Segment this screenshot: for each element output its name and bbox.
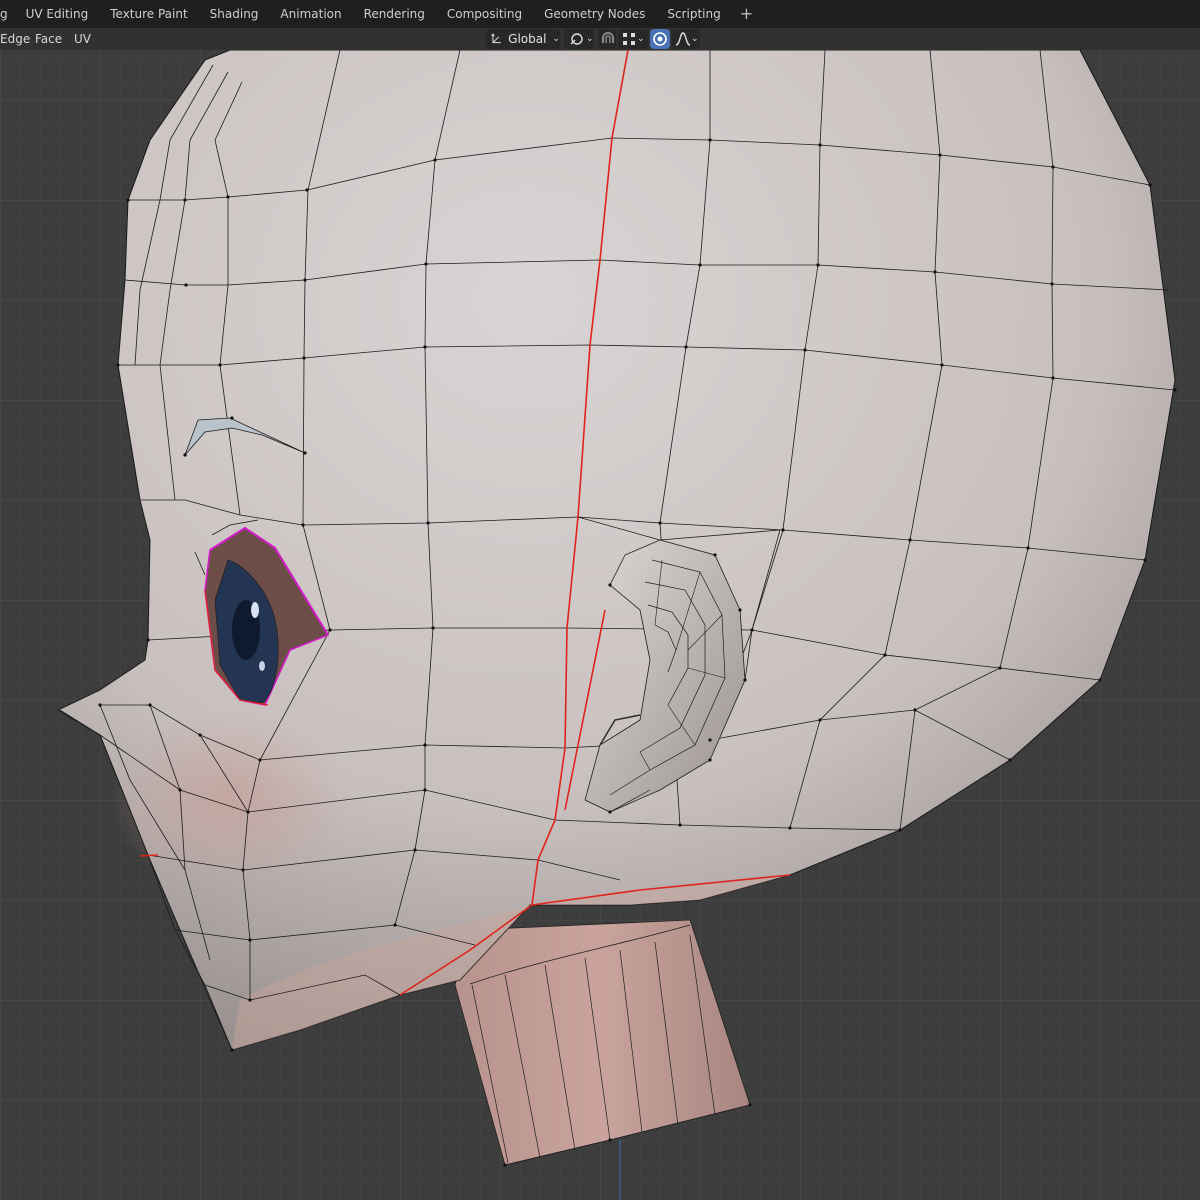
snap-target-dropdown[interactable]: ⌄	[618, 29, 648, 49]
menu-uv[interactable]: UV	[74, 28, 91, 50]
workspace-tab-geometry-nodes[interactable]: Geometry Nodes	[533, 0, 656, 28]
menu-edge[interactable]: Edge	[0, 28, 30, 50]
snap-icon	[602, 32, 614, 43]
transform-orientation-dropdown[interactable]: Global ⌄	[486, 29, 560, 49]
pivot-point-dropdown[interactable]: ⌄	[564, 29, 594, 49]
add-workspace-icon[interactable]: +	[732, 0, 761, 28]
proportional-edit-icon	[653, 32, 667, 46]
workspace-tab-shading[interactable]: Shading	[199, 0, 270, 28]
menu-face[interactable]: Face	[35, 28, 62, 50]
proportional-falloff-dropdown[interactable]: ⌄	[672, 29, 700, 49]
workspace-tab-texture-paint[interactable]: Texture Paint	[99, 0, 198, 28]
viewport-3d[interactable]	[0, 50, 1200, 1200]
transform-orientation-value: Global	[508, 32, 547, 46]
chevron-down-icon: ⌄	[637, 34, 645, 44]
snap-target-icon	[623, 33, 635, 45]
pivot-icon	[570, 33, 583, 45]
viewport-header: Edge Face UV Global ⌄ ⌄ ⌄ ⌄	[0, 28, 1200, 50]
workspace-tab-modeling[interactable]: g	[0, 0, 15, 28]
workspace-tab-rendering[interactable]: Rendering	[353, 0, 436, 28]
workspace-tab-uv-editing[interactable]: UV Editing	[15, 0, 100, 28]
falloff-icon	[675, 32, 691, 46]
workspace-tab-animation[interactable]: Animation	[269, 0, 352, 28]
chevron-down-icon: ⌄	[552, 34, 560, 44]
workspace-tab-scripting[interactable]: Scripting	[656, 0, 731, 28]
snap-toggle[interactable]	[598, 29, 616, 49]
proportional-edit-toggle[interactable]	[650, 29, 670, 49]
workspace-tab-compositing[interactable]: Compositing	[436, 0, 533, 28]
chevron-down-icon: ⌄	[691, 34, 699, 44]
chevron-down-icon: ⌄	[586, 34, 594, 44]
transform-orientation-icon	[491, 33, 501, 44]
workspace-tab-bar: g UV Editing Texture Paint Shading Anima…	[0, 0, 1200, 28]
